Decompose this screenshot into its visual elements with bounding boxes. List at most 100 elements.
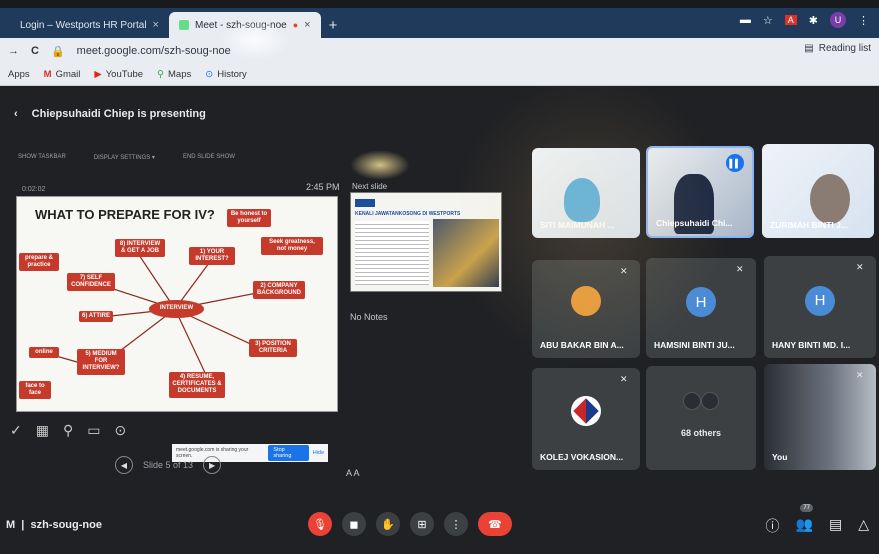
show-taskbar-button[interactable]: SHOW TASKBAR (18, 154, 66, 161)
call-controls: 🎙 ◼ ✋ ⊞ ⋮ ☎ (308, 512, 512, 536)
mindmap-node: 7) SELF CONFIDENCE (67, 273, 115, 292)
participant-figure (564, 178, 600, 222)
chat-icon[interactable]: ▤ (829, 516, 842, 536)
lock-icon: 🔒 (50, 45, 65, 58)
recording-dot-icon: ● (292, 20, 299, 30)
mic-off-icon: ✕ (856, 370, 864, 380)
meeting-code: M | szh-soug-noe (6, 519, 102, 531)
activities-icon[interactable]: △ (858, 516, 869, 536)
meeting-code-text: szh-soug-noe (30, 519, 102, 531)
participant-tile[interactable]: ✕ H HAMSINI BINTI JU... (646, 258, 756, 358)
mic-off-icon: 🎙 (313, 518, 327, 531)
slide-title: WHAT TO PREPARE FOR IV? (35, 207, 215, 222)
mindmap-node: 6) ATTIRE (79, 311, 113, 323)
stop-sharing-button[interactable]: Stop sharing (268, 445, 309, 461)
tab-label: Meet - szh-soug-noe (194, 19, 287, 31)
display-settings-button[interactable]: DISPLAY SETTINGS ▾ (94, 154, 155, 161)
puzzle-icon[interactable]: ✱ (809, 14, 818, 27)
avatar: H (805, 285, 835, 316)
bookmark-maps[interactable]: ⚲ Maps (157, 69, 191, 80)
bookmark-label: YouTube (105, 69, 144, 80)
pdf-extension-icon[interactable]: A (784, 15, 797, 25)
avatar (571, 395, 601, 426)
mindmap-node: 5) MEDIUM FOR INTERVIEW? (77, 349, 125, 375)
more-options-icon[interactable]: ⊙ (114, 422, 126, 439)
next-slide-text (355, 221, 429, 285)
reload-icon[interactable]: C (31, 45, 39, 57)
side-note: online (29, 347, 59, 359)
chevron-left-icon[interactable]: ‹ (14, 108, 18, 120)
presenting-header: ‹ Chiepsuhaidi Chiep is presenting (14, 108, 206, 120)
bookmark-history[interactable]: ⊙ History (205, 69, 247, 80)
reading-list-button[interactable]: ▤ Reading list (804, 43, 871, 54)
side-note: face to face (19, 381, 51, 400)
avatar (571, 286, 601, 317)
participant-name: SITI MAIMUNAH ... (540, 220, 615, 230)
present-button[interactable]: ⊞ (410, 512, 434, 536)
participant-tile[interactable]: ✕ KOLEJ VOKASION... (532, 368, 640, 470)
end-call-button[interactable]: ☎ (478, 512, 512, 536)
avatar (701, 392, 719, 411)
camera-toggle-button[interactable]: ◼ (342, 512, 366, 536)
speaker-notes: No Notes (350, 312, 388, 322)
bookmark-label: Gmail (55, 69, 81, 80)
bookmark-label: Maps (168, 69, 192, 80)
previous-slide-icon[interactable]: ◀ (115, 456, 133, 474)
next-slide-preview: KENALI JAWATANKOSONG DI WESTPORTS (350, 192, 502, 292)
mindmap-node: 4) RESUME, CERTIFICATES & DOCUMENTS (169, 372, 225, 398)
tab-westports[interactable]: Login – Westports HR Portal × (10, 12, 169, 38)
pen-icon[interactable]: ✓ (10, 422, 22, 439)
mindmap-center: INTERVIEW (149, 300, 204, 318)
mindmap-node: 1) YOUR INTEREST? (189, 247, 235, 266)
bookmark-gmail[interactable]: M Gmail (44, 69, 81, 80)
end-slideshow-button[interactable]: END SLIDE SHOW (183, 154, 235, 161)
participant-tile-active[interactable]: ▌▌ Chiepsuhaidi Chi... (646, 146, 754, 238)
next-slide-icon[interactable]: ▶ (203, 456, 222, 474)
new-tab-button[interactable]: + (329, 17, 338, 34)
others-label: 68 others (680, 428, 722, 438)
side-note: Seek greatness, not money (261, 237, 323, 256)
others-tile[interactable]: 68 others (646, 366, 756, 470)
tab-close-icon[interactable]: × (153, 19, 159, 31)
presentation-clock: 2:45 PM (306, 182, 340, 192)
back-icon[interactable]: → (8, 45, 19, 57)
participant-figure (810, 174, 850, 224)
participant-tile[interactable]: SITI MAIMUNAH ... (532, 148, 640, 238)
hide-button[interactable]: Hide (313, 450, 324, 456)
maps-pin-icon: ⚲ (157, 69, 165, 80)
reading-list-label: Reading list (818, 43, 871, 54)
presenter-toolbar: SHOW TASKBAR DISPLAY SETTINGS ▾ END SLID… (18, 154, 235, 161)
people-icon[interactable]: 👥 (796, 516, 813, 536)
profile-avatar[interactable]: U (830, 12, 846, 28)
mic-toggle-button[interactable]: 🎙 (308, 512, 332, 536)
more-options-button[interactable]: ⋮ (444, 512, 468, 536)
history-icon: ⊙ (205, 69, 214, 80)
info-icon[interactable]: ⓘ (766, 516, 780, 536)
menu-kebab-icon[interactable]: ⋮ (858, 14, 869, 27)
raise-hand-button[interactable]: ✋ (376, 512, 400, 536)
tab-meet[interactable]: Meet - szh-soug-noe ● × (168, 12, 321, 38)
monitor-screen: Login – Westports HR Portal × Meet - szh… (0, 0, 879, 554)
participant-name: ZURIMAH BINTI J... (770, 220, 848, 230)
star-icon[interactable]: ☆ (763, 14, 773, 27)
screen-icon[interactable]: ▭ (87, 422, 100, 439)
bookmark-youtube[interactable]: ▶ YouTube (94, 69, 143, 80)
slide-navigation: ◀ Slide 5 of 13 ▶ (115, 456, 222, 474)
camera-icon: ◼ (349, 518, 359, 531)
avatar: H (686, 287, 716, 317)
reading-list-icon: ▤ (804, 43, 814, 54)
participant-tile[interactable]: ✕ H HANY BINTI MD. I... (764, 256, 876, 358)
grid-icon[interactable]: ▦ (36, 422, 49, 439)
participant-tile[interactable]: ✕ ABU BAKAR BIN A... (532, 260, 640, 358)
zoom-icon[interactable]: ⚲ (63, 422, 73, 439)
participant-tile[interactable]: ZURIMAH BINTI J... (762, 144, 874, 238)
next-slide-label: Next slide (352, 182, 388, 191)
presenter-tools: ✓ ▦ ⚲ ▭ ⊙ (10, 422, 126, 439)
font-size-controls[interactable]: A A (346, 468, 360, 478)
url-field[interactable]: meet.google.com/szh-soug-noe (77, 45, 231, 57)
tab-close-icon[interactable]: × (304, 19, 310, 31)
self-tile[interactable]: ✕ You (764, 364, 876, 470)
bookmark-apps[interactable]: Apps (8, 69, 30, 80)
camera-icon[interactable]: ▬ (740, 14, 751, 26)
phone-hangup-icon: ☎ (488, 518, 502, 531)
